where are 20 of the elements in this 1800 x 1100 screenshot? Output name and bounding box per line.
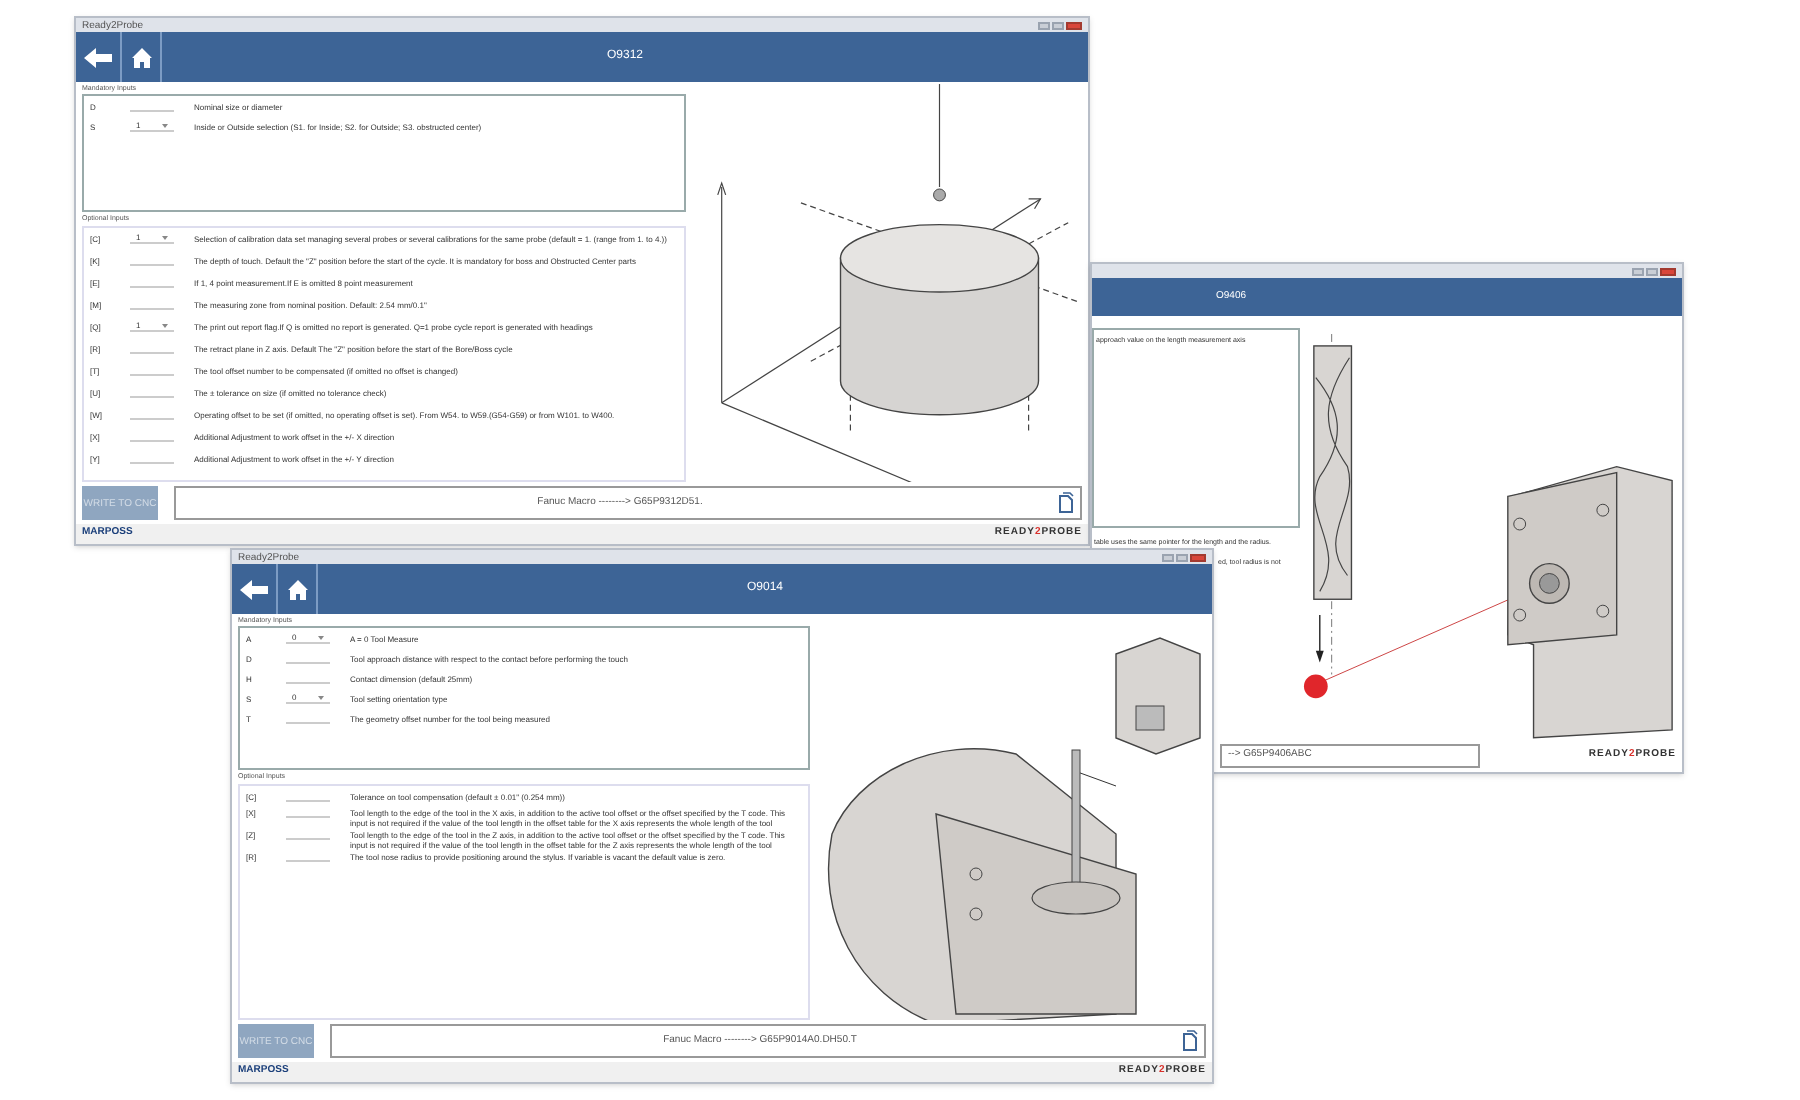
caret-icon [162, 324, 168, 328]
close-button[interactable] [1066, 21, 1082, 29]
minimize-button[interactable] [1632, 267, 1644, 275]
minimize-button[interactable] [1162, 553, 1174, 561]
home-icon [131, 47, 151, 67]
copy-icon[interactable] [1182, 1030, 1198, 1052]
close-button[interactable] [1190, 553, 1206, 561]
minimize-button[interactable] [1038, 21, 1050, 29]
caret-icon [318, 696, 324, 700]
caret-icon [162, 124, 168, 128]
back-arrow-icon [240, 579, 268, 599]
close-button[interactable] [1660, 267, 1676, 275]
back-arrow-icon [84, 47, 112, 67]
home-icon [287, 579, 307, 599]
maximize-button[interactable] [1176, 553, 1188, 561]
maximize-button[interactable] [1646, 267, 1658, 275]
maximize-button[interactable] [1052, 21, 1064, 29]
copy-icon[interactable] [1058, 492, 1075, 514]
caret-icon [318, 636, 324, 640]
caret-icon [162, 236, 168, 240]
